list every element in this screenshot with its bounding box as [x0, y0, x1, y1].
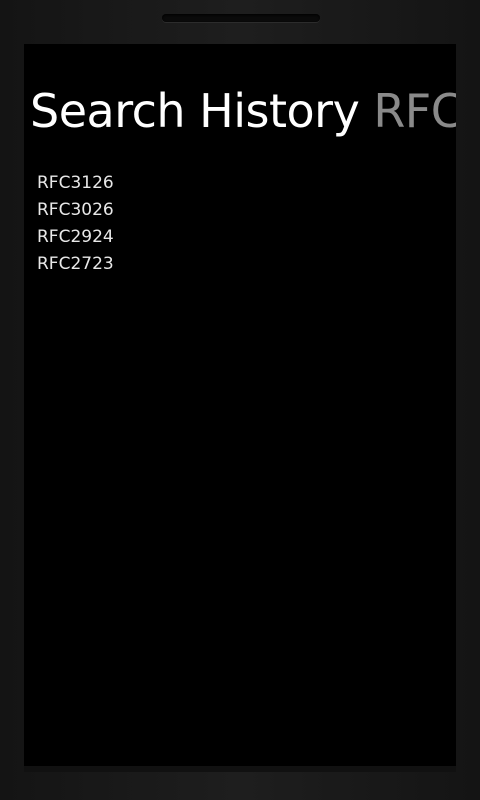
search-history-list: RFC3126 RFC3026 RFC2924 RFC2723 [37, 170, 114, 278]
history-item[interactable]: RFC2924 [37, 224, 114, 251]
pivot-header: Search History RFC [30, 84, 456, 138]
speaker-grille [162, 14, 320, 22]
app-screen: Search History RFC RFC3126 RFC3026 RFC292… [24, 44, 456, 766]
history-item[interactable]: RFC2723 [37, 251, 114, 278]
pivot-tab-rfc[interactable]: RFC [373, 84, 456, 138]
bottom-bezel [24, 766, 456, 772]
history-item[interactable]: RFC3126 [37, 170, 114, 197]
pivot-tab-search-history[interactable]: Search History [30, 84, 360, 138]
history-item[interactable]: RFC3026 [37, 197, 114, 224]
device-frame: Search History RFC RFC3126 RFC3026 RFC292… [0, 0, 480, 800]
